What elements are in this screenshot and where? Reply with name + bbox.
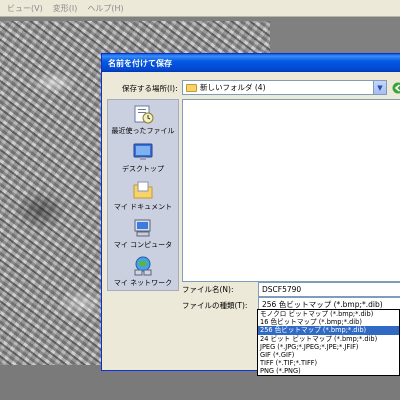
save-in-label: 保存する場所(I): xyxy=(122,84,178,93)
save-in-row: 保存する場所(I): 新しいフォルダ (4) ▼ xyxy=(102,80,400,96)
place-label: マイ コンピュータ xyxy=(113,241,173,249)
recent-files-icon xyxy=(134,105,154,124)
my-computer-icon xyxy=(134,219,151,237)
menu-image[interactable]: 変形(I) xyxy=(48,3,83,14)
filetype-option[interactable]: JPEG (*.JPG;*.JPEG;*.JPE;*.JFIF) xyxy=(258,343,399,351)
file-list[interactable] xyxy=(182,99,400,282)
dialog-title: 名前を付けて保存 xyxy=(108,58,172,68)
filename-input[interactable]: DSCF5790 xyxy=(258,282,400,297)
folder-icon xyxy=(186,83,197,92)
my-network-icon xyxy=(134,256,152,276)
save-in-combo[interactable]: 新しいフォルダ (4) ▼ xyxy=(182,80,387,95)
place-my-computer[interactable]: マイ コンピュータ xyxy=(107,214,179,252)
filetype-dropdown-list: モノクロ ビットマップ (*.bmp;*.dib) 16 色ビットマップ (*.… xyxy=(257,309,400,376)
chevron-down-icon[interactable]: ▼ xyxy=(373,81,386,94)
place-desktop[interactable]: デスクトップ xyxy=(107,138,179,176)
place-my-network[interactable]: マイ ネットワーク xyxy=(107,252,179,290)
place-label: マイ ドキュメント xyxy=(113,203,173,211)
save-in-value: 新しいフォルダ (4) xyxy=(200,83,266,92)
menu-help[interactable]: ヘルプ(H) xyxy=(82,3,128,14)
filetype-option[interactable]: GIF (*.GIF) xyxy=(258,351,399,359)
place-label: マイ ネットワーク xyxy=(113,279,173,287)
dialog-titlebar[interactable]: 名前を付けて保存 xyxy=(102,54,400,72)
my-documents-icon xyxy=(133,181,153,199)
filetype-option[interactable]: 24 ビット ビットマップ (*.bmp;*.dib) xyxy=(258,335,399,343)
places-bar: 最近使ったファイル デスクトップ マイ ドキュメント マイ コンピュータ マイ … xyxy=(107,99,179,291)
filetype-option[interactable]: TIFF (*.TIF;*.TIFF) xyxy=(258,359,399,367)
menu-bar: ビュー(V) 変形(I) ヘルプ(H) xyxy=(0,0,400,17)
place-label: デスクトップ xyxy=(122,165,164,173)
back-arrow-icon xyxy=(392,82,400,93)
filetype-option-selected[interactable]: 256 色ビットマップ (*.bmp;*.dib) xyxy=(258,326,399,335)
place-recent[interactable]: 最近使ったファイル xyxy=(107,100,179,138)
place-my-documents[interactable]: マイ ドキュメント xyxy=(107,176,179,214)
desktop-icon xyxy=(133,143,153,160)
menu-view[interactable]: ビュー(V) xyxy=(2,3,48,14)
filetype-option[interactable]: 16 色ビットマップ (*.bmp;*.dib) xyxy=(258,318,399,326)
filetype-label: ファイルの種類(T): xyxy=(182,301,248,310)
place-label: 最近使ったファイル xyxy=(111,127,175,135)
filetype-option[interactable]: モノクロ ビットマップ (*.bmp;*.dib) xyxy=(258,310,399,318)
filename-label: ファイル名(N): xyxy=(182,285,234,294)
back-button[interactable] xyxy=(390,80,400,95)
filetype-option[interactable]: PNG (*.PNG) xyxy=(258,367,399,375)
